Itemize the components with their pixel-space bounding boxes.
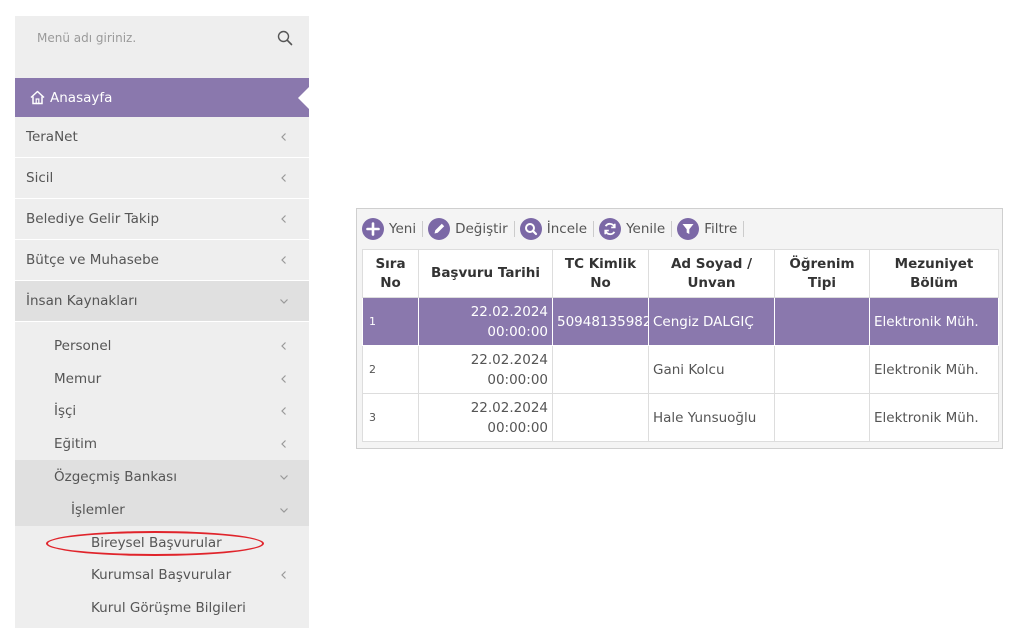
cell-name: Hale Yunsuoğlu <box>648 393 775 442</box>
table-row[interactable]: 1 22.02.2024 00:00:00 50948135982 Cengiz … <box>362 297 999 346</box>
pencil-icon <box>428 218 451 240</box>
column-header-basvuru-tarihi[interactable]: Başvuru Tarihi <box>418 249 553 298</box>
cell-tc <box>552 345 649 394</box>
sidebar-item-kurul-gorusme-bilgileri[interactable]: Kurul Görüşme Bilgileri <box>15 591 309 624</box>
applications-table: Sıra No Başvuru Tarihi TC Kimlik No Ad So… <box>362 249 999 442</box>
cell-no: 1 <box>362 297 419 346</box>
toolbar-separator <box>671 221 673 237</box>
chevron-left-icon <box>279 570 289 580</box>
table-header-row: Sıra No Başvuru Tarihi TC Kimlik No Ad So… <box>362 249 999 298</box>
home-icon <box>29 89 46 106</box>
filter-button[interactable]: Filtre <box>677 216 743 242</box>
cell-date: 22.02.2024 00:00:00 <box>418 393 553 442</box>
cell-date: 22.02.2024 00:00:00 <box>418 345 553 394</box>
cell-date: 22.02.2024 00:00:00 <box>418 297 553 346</box>
menu-item-label: İşlemler <box>71 501 125 518</box>
refresh-button[interactable]: Yenile <box>599 216 671 242</box>
new-button[interactable]: Yeni <box>362 216 422 242</box>
column-header-ogrenim-tipi[interactable]: Öğrenim Tipi <box>774 249 870 298</box>
new-button-label: Yeni <box>389 221 417 237</box>
chevron-down-icon <box>279 505 289 515</box>
menu-item-home[interactable]: Anasayfa <box>15 78 309 117</box>
chevron-left-icon <box>279 255 289 265</box>
menu-search <box>15 16 309 60</box>
menu-item-belediye-gelir-takip[interactable]: Belediye Gelir Takip <box>15 199 309 240</box>
table-row[interactable]: 2 22.02.2024 00:00:00 Gani Kolcu Elektron… <box>362 345 999 394</box>
cell-no: 3 <box>362 393 419 442</box>
sidebar-menu: Anasayfa TeraNet Sicil Belediye Gelir Ta… <box>15 16 309 628</box>
chevron-left-icon <box>279 341 289 351</box>
menu-item-label: Personel <box>54 337 112 354</box>
cell-dept: Elektronik Müh. <box>869 393 999 442</box>
menu-item-label: İşçi <box>54 402 77 419</box>
chevron-down-icon <box>279 296 289 306</box>
cell-name: Gani Kolcu <box>648 345 775 394</box>
menu-item-sicil[interactable]: Sicil <box>15 158 309 199</box>
cell-edu <box>774 393 870 442</box>
plus-icon <box>362 218 384 240</box>
chevron-left-icon <box>279 406 289 416</box>
sidebar-item-isci[interactable]: İşçi <box>15 394 309 427</box>
chevron-down-icon <box>279 472 289 482</box>
chevron-left-icon <box>279 173 289 183</box>
chevron-left-icon <box>279 439 289 449</box>
menu-item-label: Kurumsal Başvurular <box>91 566 232 583</box>
inspect-button[interactable]: İncele <box>519 216 593 242</box>
column-header-tc-kimlik-no[interactable]: TC Kimlik No <box>552 249 649 298</box>
sidebar-item-bireysel-basvurular[interactable]: Bireysel Başvurular <box>15 526 309 559</box>
filter-button-label: Filtre <box>704 221 738 237</box>
table-row[interactable]: 3 22.02.2024 00:00:00 Hale Yunsuoğlu Elek… <box>362 393 999 442</box>
search-icon[interactable] <box>277 30 293 46</box>
cell-tc: 50948135982 <box>552 297 649 346</box>
sidebar-item-islemler[interactable]: İşlemler <box>15 493 309 526</box>
menu-item-label: TeraNet <box>26 129 78 145</box>
chevron-left-icon <box>279 374 289 384</box>
sidebar-item-ozgecmis-bankasi[interactable]: Özgeçmiş Bankası <box>15 460 309 493</box>
menu-item-butce-muhasebe[interactable]: Bütçe ve Muhasebe <box>15 240 309 281</box>
menu-item-insan-kaynaklari[interactable]: İnsan Kaynakları <box>15 281 309 322</box>
menu-item-label: Anasayfa <box>50 89 113 106</box>
sidebar-item-memur[interactable]: Memur <box>15 362 309 395</box>
menu-item-label: Özgeçmiş Bankası <box>54 468 177 485</box>
column-header-ad-soyad[interactable]: Ad Soyad / Unvan <box>648 249 775 298</box>
cell-dept: Elektronik Müh. <box>869 297 999 346</box>
cell-dept: Elektronik Müh. <box>869 345 999 394</box>
magnifier-icon <box>519 218 542 240</box>
menu-search-input[interactable] <box>29 25 279 51</box>
menu-item-label: Eğitim <box>54 435 98 452</box>
sidebar-item-kurumsal-basvurular[interactable]: Kurumsal Başvurular <box>15 558 309 591</box>
toolbar-separator <box>513 221 515 237</box>
cell-name: Cengiz DALGIÇ <box>648 297 775 346</box>
toolbar-separator <box>743 221 745 237</box>
sidebar-item-personel[interactable]: Personel <box>15 329 309 362</box>
refresh-button-label: Yenile <box>626 221 666 237</box>
edit-button-label: Değiştir <box>455 221 508 237</box>
menu-item-teranet[interactable]: TeraNet <box>15 117 309 158</box>
cell-edu <box>774 345 870 394</box>
menu-item-label: Bireysel Başvurular <box>91 534 222 551</box>
menu-item-label: Kurul Görüşme Bilgileri <box>91 599 246 616</box>
column-header-mezuniyet-bolum[interactable]: Mezuniyet Bölüm <box>869 249 999 298</box>
grid-toolbar: Yeni Değiştir İncele Yenile Filtre <box>357 209 1002 249</box>
cell-no: 2 <box>362 345 419 394</box>
edit-button[interactable]: Değiştir <box>428 216 514 242</box>
cell-tc <box>552 393 649 442</box>
cell-edu <box>774 297 870 346</box>
refresh-icon <box>599 218 622 240</box>
funnel-icon <box>677 218 700 240</box>
toolbar-separator <box>593 221 595 237</box>
menu-item-label: Belediye Gelir Takip <box>26 211 160 227</box>
menu-item-label: Bütçe ve Muhasebe <box>26 252 159 268</box>
active-indicator <box>298 87 309 109</box>
menu-item-label: Sicil <box>26 170 54 186</box>
chevron-left-icon <box>279 132 289 142</box>
applications-panel: Yeni Değiştir İncele Yenile Filtre Sıra … <box>356 208 1003 449</box>
chevron-left-icon <box>279 214 289 224</box>
column-header-sira-no[interactable]: Sıra No <box>362 249 419 298</box>
sidebar-item-egitim[interactable]: Eğitim <box>15 427 309 460</box>
inspect-button-label: İncele <box>546 221 588 237</box>
menu-item-label: Memur <box>54 370 102 387</box>
menu-item-label: İnsan Kaynakları <box>26 293 138 309</box>
toolbar-separator <box>422 221 424 237</box>
